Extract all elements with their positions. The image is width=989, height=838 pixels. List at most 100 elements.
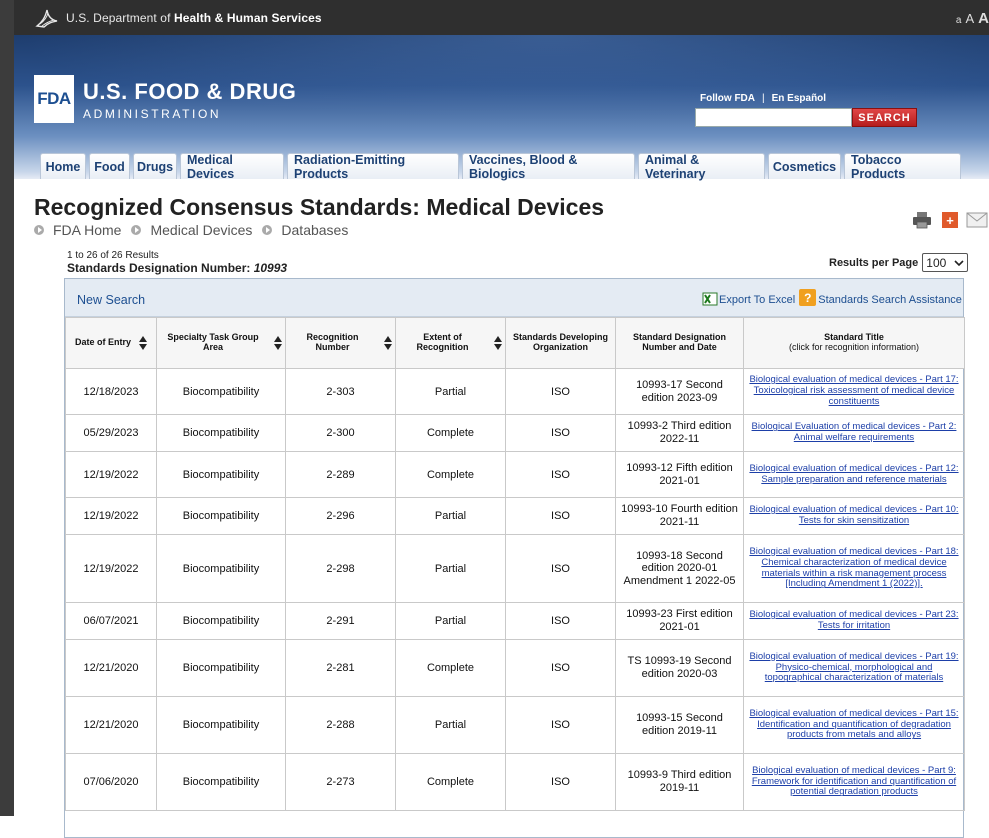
cell-title: Biological evaluation of medical devices…	[743, 368, 965, 415]
standard-title-link[interactable]: Biological evaluation of medical devices…	[748, 765, 960, 799]
sort-icon[interactable]	[384, 336, 392, 350]
sort-icon[interactable]	[274, 336, 282, 350]
results-per-page-label: Results per Page	[829, 256, 919, 269]
hhs-link[interactable]: U.S. Department of Health & Human Servic…	[66, 11, 322, 25]
cell-title: Biological evaluation of medical devices…	[743, 696, 965, 754]
cell-sdo: ISO	[505, 414, 616, 452]
standard-title-link[interactable]: Biological Evaluation of medical devices…	[748, 421, 960, 444]
designation-value: 10993	[253, 261, 288, 275]
nav-tab-food[interactable]: Food	[89, 153, 130, 179]
sort-icon[interactable]	[139, 336, 147, 350]
nav-tab-tobacco[interactable]: Tobacco Products	[844, 153, 961, 181]
sort-icon[interactable]	[494, 336, 502, 350]
breadcrumb-medical-devices[interactable]: Medical Devices	[150, 222, 252, 238]
cell-date: 05/29/2023	[65, 414, 157, 452]
nav-tab-cosmetics[interactable]: Cosmetics	[768, 153, 841, 179]
window-left-edge	[0, 0, 14, 816]
results-per-page-select[interactable]: 100	[922, 253, 969, 272]
hhs-eagle-icon[interactable]	[34, 5, 60, 31]
cell-specialty: Biocompatibility	[156, 696, 286, 754]
breadcrumb: FDA Home Medical Devices Databases	[34, 222, 358, 238]
cell-date: 12/19/2022	[65, 451, 157, 498]
font-small-button[interactable]: a	[956, 15, 962, 26]
breadcrumb-fda-home[interactable]: FDA Home	[53, 222, 121, 238]
breadcrumb-item[interactable]: Medical Devices	[131, 222, 252, 238]
table-row: 12/21/2020 Biocompatibility 2-288 Partial IS…	[65, 696, 965, 754]
breadcrumb-item[interactable]: FDA Home	[34, 222, 121, 238]
header-designation: Standard Designation Number and Date	[615, 317, 744, 369]
cell-date: 12/19/2022	[65, 497, 157, 535]
fda-logo[interactable]: FDA	[34, 75, 74, 123]
standard-title-link[interactable]: Biological evaluation of medical devices…	[748, 374, 960, 408]
header-links: Follow FDA | En Español	[700, 93, 826, 104]
page-title: Recognized Consensus Standards: Medical …	[34, 194, 605, 220]
cell-specialty: Biocompatibility	[156, 451, 286, 498]
cell-recognition-number: 2-303	[285, 368, 396, 415]
breadcrumb-item[interactable]: Databases	[262, 222, 348, 238]
follow-fda-link[interactable]: Follow FDA	[700, 93, 755, 104]
font-medium-button[interactable]: A	[965, 11, 974, 26]
header-extent-label: Extent of Recognition	[416, 332, 469, 352]
nav-tab-drugs[interactable]: Drugs	[133, 153, 177, 179]
arrow-bullet-icon	[34, 225, 44, 235]
header-date[interactable]: Date of Entry	[65, 317, 157, 369]
standard-title-link[interactable]: Biological evaluation of medical devices…	[748, 609, 960, 632]
print-icon[interactable]	[912, 211, 932, 229]
nav-tab-home[interactable]: Home	[40, 153, 86, 179]
cell-designation: 10993-9 Third edition 2019-11	[615, 753, 744, 811]
results-count: 1 to 26 of 26 Results	[67, 250, 159, 261]
en-espanol-link[interactable]: En Español	[772, 93, 826, 104]
header-extent[interactable]: Extent of Recognition	[395, 317, 506, 369]
link-separator: |	[762, 93, 765, 104]
header-specialty[interactable]: Specialty Task Group Area	[156, 317, 286, 369]
table-row: 12/18/2023 Biocompatibility 2-303 Partial IS…	[65, 368, 965, 415]
standard-title-link[interactable]: Biological evaluation of medical devices…	[748, 651, 960, 685]
email-icon[interactable]	[966, 212, 988, 228]
hhs-name: Health & Human Services	[173, 10, 322, 25]
standard-title-link[interactable]: Biological evaluation of medical devices…	[748, 708, 960, 742]
nav-tab-radiation-emitting[interactable]: Radiation-Emitting Products	[287, 153, 459, 181]
nav-tab-vaccines[interactable]: Vaccines, Blood & Biologics	[462, 153, 635, 181]
search-assistance-link[interactable]: Standards Search Assistance	[818, 294, 962, 306]
hhs-prefix: U.S. Department of	[66, 10, 174, 25]
header-sdo: Standards Developing Organization	[505, 317, 616, 369]
new-search-link[interactable]: New Search	[77, 293, 145, 307]
breadcrumb-databases[interactable]: Databases	[281, 222, 348, 238]
table-header-row: Date of Entry Specialty Task Group Area …	[65, 317, 965, 369]
excel-icon[interactable]	[702, 292, 718, 306]
export-tools: Export To Excel ? Standards Search Assis…	[702, 289, 962, 306]
cell-extent: Partial	[395, 696, 506, 754]
header-recognition-number[interactable]: Recognition Number	[285, 317, 396, 369]
font-large-button[interactable]: A	[978, 10, 989, 27]
cell-sdo: ISO	[505, 696, 616, 754]
cell-extent: Partial	[395, 368, 506, 415]
search-button[interactable]: SEARCH	[852, 108, 917, 127]
standard-title-link[interactable]: Biological evaluation of medical devices…	[748, 504, 960, 527]
results-toolbar: New Search Export To Excel ? Standards S…	[65, 279, 963, 317]
cell-sdo: ISO	[505, 451, 616, 498]
fda-wordmark[interactable]: U.S. FOOD & DRUG ADMINISTRATION	[83, 79, 296, 121]
table-row: 12/19/2022 Biocompatibility 2-289 Complete I…	[65, 451, 965, 498]
cell-designation: 10993-15 Second edition 2019-11	[615, 696, 744, 754]
nav-tab-animal-veterinary[interactable]: Animal & Veterinary	[638, 153, 765, 181]
cell-extent: Partial	[395, 534, 506, 603]
help-question-icon[interactable]: ?	[799, 289, 817, 306]
cell-sdo: ISO	[505, 639, 616, 697]
hhs-bar: U.S. Department of Health & Human Servic…	[14, 0, 989, 35]
cell-sdo: ISO	[505, 497, 616, 535]
cell-sdo: ISO	[505, 534, 616, 603]
table-row: 06/07/2021 Biocompatibility 2-291 Partial IS…	[65, 602, 965, 640]
table-row: 12/19/2022 Biocompatibility 2-296 Partial IS…	[65, 497, 965, 535]
cell-specialty: Biocompatibility	[156, 368, 286, 415]
cell-sdo: ISO	[505, 753, 616, 811]
nav-tab-medical-devices[interactable]: Medical Devices	[180, 153, 284, 181]
cell-extent: Complete	[395, 414, 506, 452]
cell-sdo: ISO	[505, 368, 616, 415]
cell-recognition-number: 2-288	[285, 696, 396, 754]
table-row: 12/21/2020 Biocompatibility 2-281 Complete I…	[65, 639, 965, 697]
standard-title-link[interactable]: Biological evaluation of medical devices…	[748, 546, 960, 591]
search-input[interactable]	[695, 108, 852, 127]
export-to-excel-link[interactable]: Export To Excel	[719, 294, 795, 306]
share-plus-icon[interactable]: +	[942, 212, 958, 228]
standard-title-link[interactable]: Biological evaluation of medical devices…	[748, 463, 960, 486]
